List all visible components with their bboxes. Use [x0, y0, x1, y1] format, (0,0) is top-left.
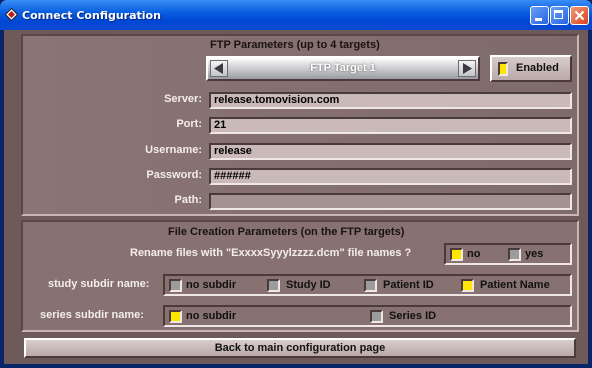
close-button[interactable] [570, 6, 589, 25]
password-label: Password: [146, 169, 202, 181]
diamond-app-icon [5, 8, 18, 21]
series-subdir-label: series subdir name: [40, 309, 144, 321]
enabled-checkbox [498, 62, 508, 76]
patient-name-checkbox[interactable] [461, 279, 474, 292]
title-bar[interactable]: Connect Configuration [0, 0, 592, 30]
ftp-parameters-header: FTP Parameters (up to 4 targets) [210, 39, 380, 51]
series-id-label[interactable]: Series ID [389, 310, 436, 322]
arrow-right-icon [463, 63, 472, 74]
patient-name-label[interactable]: Patient Name [480, 279, 550, 291]
close-icon [574, 10, 585, 21]
study-subdir-label: study subdir name: [48, 278, 150, 290]
maximize-button[interactable] [550, 6, 569, 25]
enabled-label: Enabled [516, 62, 559, 74]
username-label: Username: [145, 144, 202, 156]
series-no-subdir-checkbox[interactable] [169, 310, 182, 323]
ftp-target-label: FTP Target 1 [310, 62, 376, 74]
connect-configuration-window: Connect Configuration FTP Parameters (up… [0, 0, 592, 368]
username-field[interactable]: release [209, 143, 572, 160]
file-creation-header: File Creation Parameters (on the FTP tar… [168, 226, 405, 238]
server-label: Server: [164, 93, 202, 105]
minimize-button[interactable] [530, 6, 549, 25]
maximize-icon [554, 10, 563, 19]
rename-no-checkbox[interactable] [450, 248, 463, 261]
ftp-target-selector[interactable]: FTP Target 1 [206, 56, 480, 81]
patient-id-label[interactable]: Patient ID [383, 279, 434, 291]
rename-yes-checkbox[interactable] [508, 248, 521, 261]
rename-files-label: Rename files with "ExxxxSyyylzzzz.dcm" f… [130, 247, 412, 259]
next-target-button[interactable] [458, 60, 476, 77]
rename-no-label[interactable]: no [467, 248, 480, 260]
series-no-subdir-label[interactable]: no subdir [186, 310, 236, 322]
back-to-main-label: Back to main configuration page [214, 342, 386, 354]
study-subdir-options-group: no subdir Study ID Patient ID Patient Na… [163, 274, 572, 296]
rename-options-group: no yes [444, 243, 572, 265]
series-id-checkbox[interactable] [370, 310, 383, 323]
window-title: Connect Configuration [22, 9, 161, 22]
port-label: Port: [176, 118, 202, 130]
study-no-subdir-label[interactable]: no subdir [186, 279, 236, 291]
minimize-icon [535, 18, 542, 21]
port-field[interactable]: 21 [209, 117, 572, 134]
series-subdir-options-group: no subdir Series ID [163, 305, 572, 327]
patient-id-checkbox[interactable] [364, 279, 377, 292]
back-to-main-button[interactable]: Back to main configuration page [24, 338, 576, 358]
rename-yes-label[interactable]: yes [525, 248, 543, 260]
password-field[interactable]: ###### [209, 168, 572, 185]
study-no-subdir-checkbox[interactable] [169, 279, 182, 292]
study-id-checkbox[interactable] [267, 279, 280, 292]
server-field[interactable]: release.tomovision.com [209, 92, 572, 109]
enabled-toggle-button[interactable]: Enabled [490, 55, 572, 82]
study-id-label[interactable]: Study ID [286, 279, 331, 291]
path-field[interactable] [209, 193, 572, 210]
path-label: Path: [174, 194, 203, 206]
